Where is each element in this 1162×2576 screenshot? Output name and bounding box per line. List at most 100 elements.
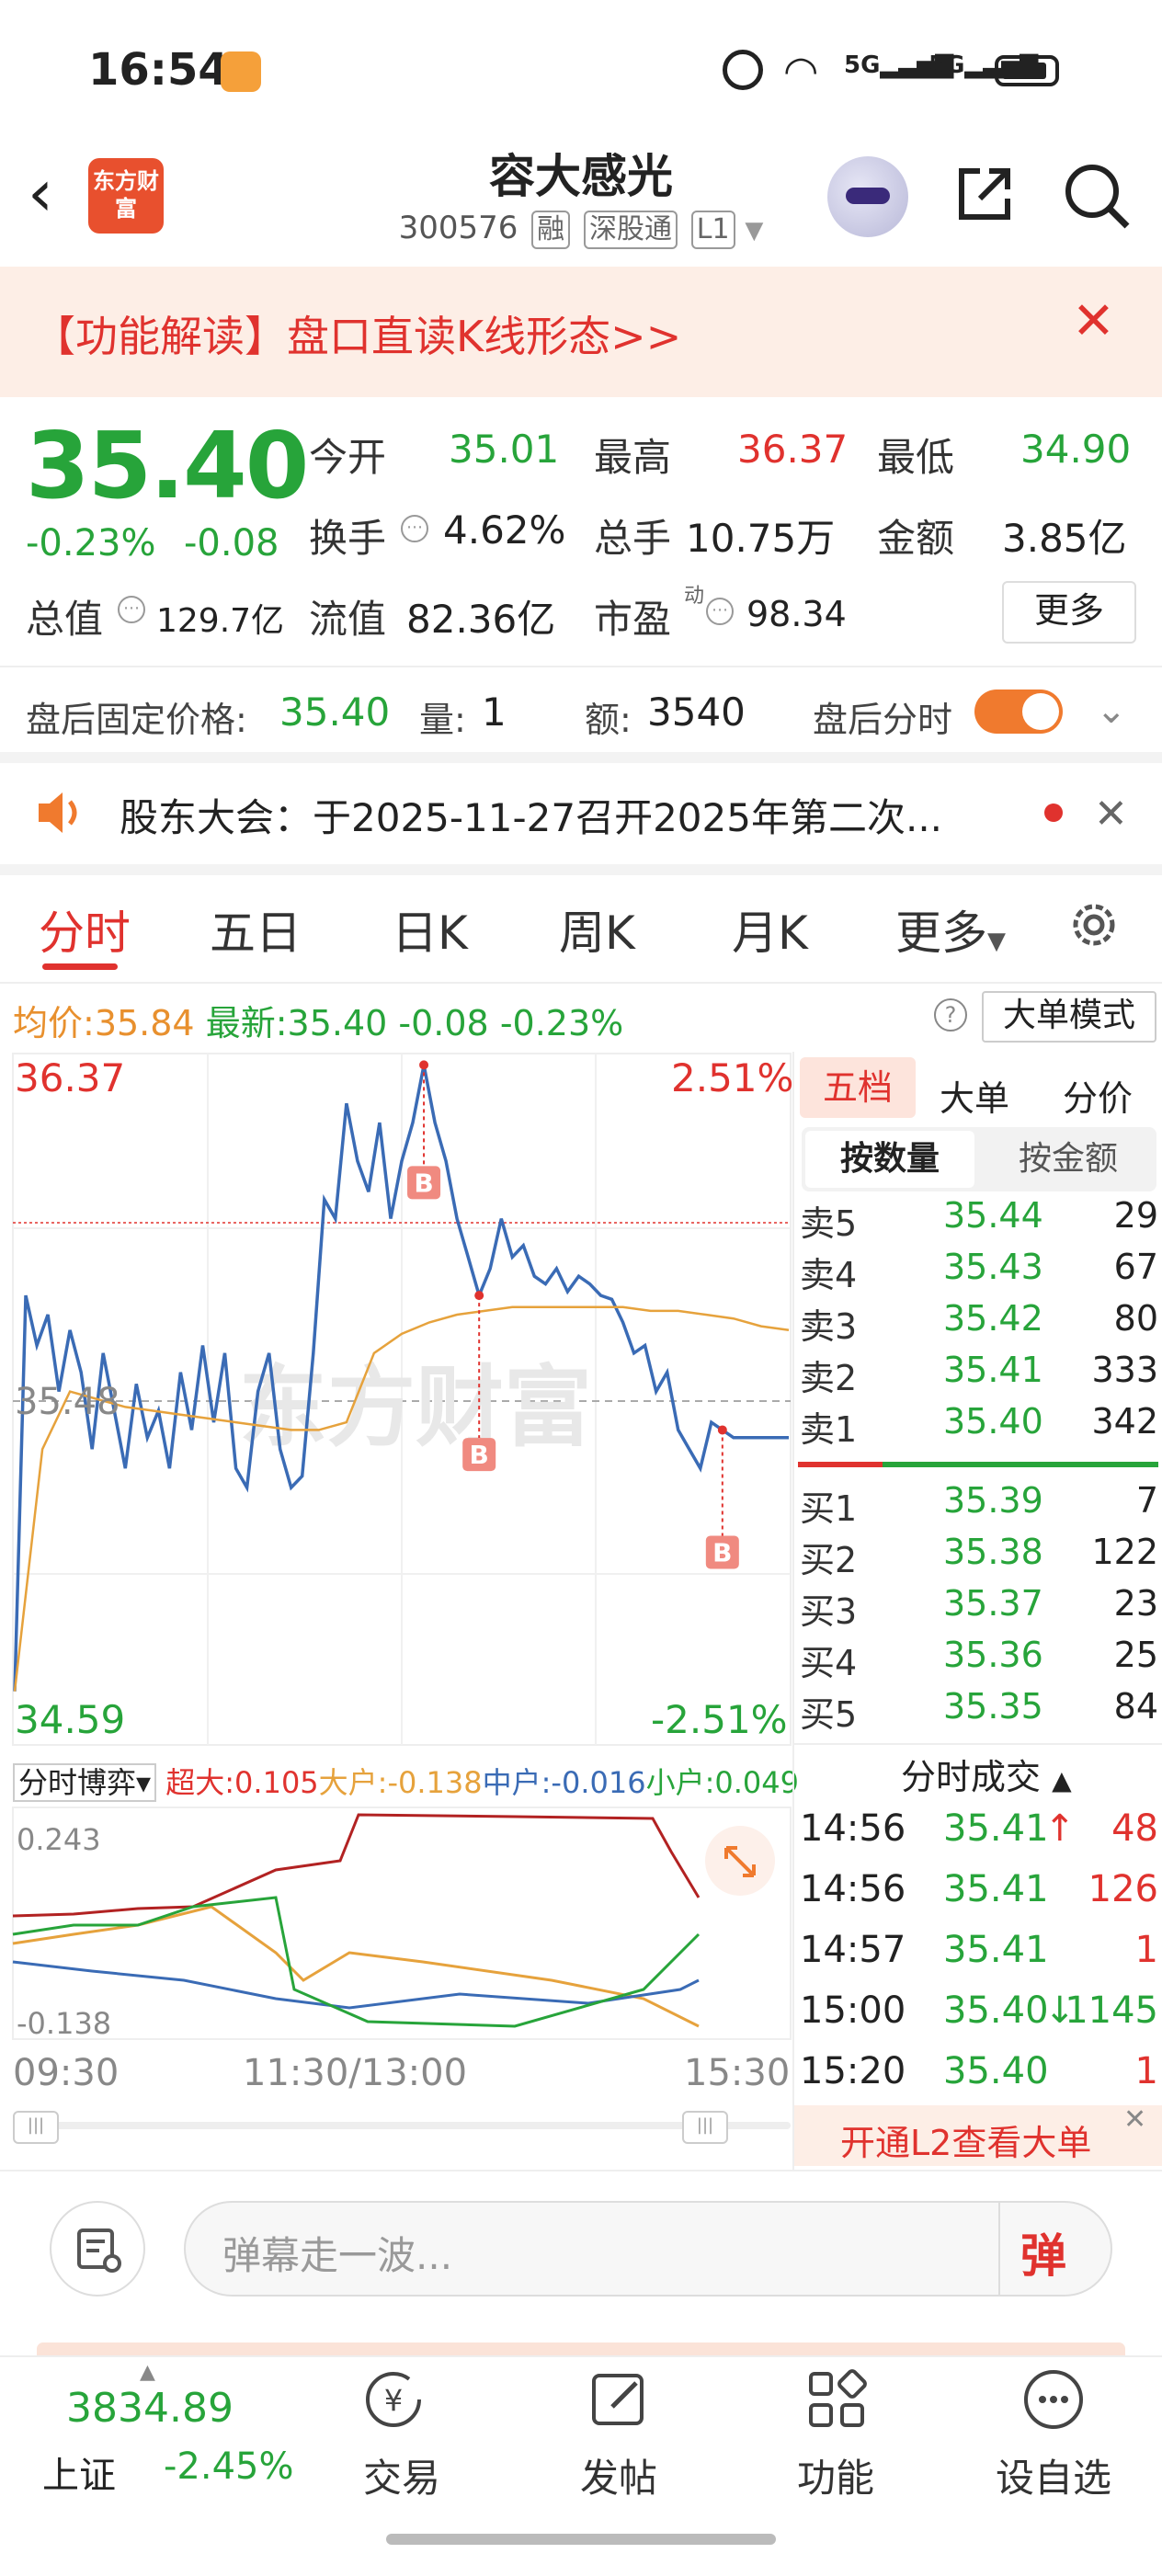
tick-volume: 126: [1088, 1868, 1158, 1910]
buy-marker-label: B: [712, 1537, 732, 1567]
dropdown-icon: ▼: [745, 217, 764, 245]
mktcap-value: 129.7亿: [156, 602, 285, 640]
bid-ask-bar: [798, 1462, 1158, 1467]
bid-price: 35.37: [943, 1583, 1043, 1624]
close-promo-icon[interactable]: ✕: [1123, 2103, 1146, 2136]
danmaku-settings-icon[interactable]: [50, 2201, 145, 2297]
big-label: 大户:: [318, 1765, 388, 1800]
index-change[interactable]: -2.45%: [164, 2445, 294, 2488]
tab-daily-k[interactable]: 日K: [392, 896, 468, 963]
avg-value: 35.84: [94, 1003, 195, 1043]
status-time: 16:54: [88, 44, 229, 96]
nav-trade-label[interactable]: 交易: [342, 2447, 461, 2503]
high-label: 最高: [594, 435, 672, 480]
bid-row[interactable]: 买2 35.38 122: [800, 1532, 1158, 1583]
bid-volume: 25: [1113, 1635, 1158, 1675]
range-handle-right[interactable]: |||: [682, 2111, 728, 2144]
search-icon[interactable]: [1063, 162, 1133, 232]
subtab-by-amount[interactable]: 按金额: [984, 1131, 1153, 1188]
time-range-track[interactable]: [13, 2122, 791, 2129]
notification-icon: [221, 51, 261, 92]
big-order-mode-button[interactable]: 大单模式: [982, 991, 1156, 1043]
bid-volume: 84: [1113, 1686, 1158, 1727]
nav-post[interactable]: [587, 2366, 653, 2436]
chg-pct-value: -0.23%: [499, 1003, 624, 1043]
tab-more-label: 更多: [895, 906, 987, 960]
nav-post-label[interactable]: 发帖: [559, 2447, 678, 2503]
more-button[interactable]: 更多: [1002, 581, 1136, 644]
ask-row[interactable]: 卖5 35.44 29: [800, 1195, 1158, 1247]
tab-intraday[interactable]: 分时: [39, 896, 131, 963]
caret-up-icon: ▲: [1052, 1765, 1072, 1795]
bid-label: 买3: [800, 1591, 858, 1632]
ask-label: 卖1: [800, 1409, 858, 1450]
tab-price-dist[interactable]: 分价: [1063, 1070, 1133, 1121]
bid-row[interactable]: 买4 35.36 25: [800, 1635, 1158, 1686]
index-value[interactable]: 3834.89: [66, 2385, 234, 2432]
ai-assistant-icon[interactable]: [827, 156, 908, 237]
pe-label: 市盈: [594, 597, 672, 642]
settings-icon[interactable]: [1066, 897, 1122, 952]
bid-row[interactable]: 买3 35.37 23: [800, 1583, 1158, 1635]
mid-value: -0.016: [551, 1765, 646, 1800]
big-value: -0.138: [387, 1765, 483, 1800]
buy-marker-label: B: [470, 1440, 489, 1470]
ask-row[interactable]: 卖1 35.40 342: [800, 1401, 1158, 1453]
bid-row[interactable]: 买1 35.39 7: [800, 1480, 1158, 1532]
index-name[interactable]: 上证: [42, 2445, 116, 2499]
info-icon[interactable]: ⋯: [401, 515, 428, 542]
nav-watchlist-label[interactable]: 设自选: [980, 2447, 1127, 2503]
notice-text[interactable]: 股东大会：于2025-11-27召开2025年第二次...: [120, 787, 942, 843]
tab-monthly-k[interactable]: 月K: [732, 896, 808, 963]
flow-top-label: 0.243: [17, 1822, 101, 1857]
divider: [792, 1052, 794, 2170]
after-hours-vol-label: 量:: [419, 700, 466, 740]
divider: [0, 982, 1162, 984]
low-label: 最低: [877, 435, 955, 480]
close-notice-icon[interactable]: ✕: [1094, 791, 1128, 838]
tick-row: 14:56 35.41 ↑ 48: [800, 1807, 1158, 1868]
nav-functions-label[interactable]: 功能: [776, 2447, 895, 2503]
flow-selector[interactable]: 分时博弈▾: [13, 1763, 157, 1802]
ticks-title[interactable]: 分时成交 ▲: [901, 1749, 1072, 1799]
mid-flow-line: [12, 1960, 700, 2010]
nav-watchlist[interactable]: [1020, 2366, 1087, 2436]
tab-5day[interactable]: 五日: [210, 896, 302, 963]
ask-price: 35.41: [943, 1350, 1043, 1390]
help-icon[interactable]: ?: [934, 998, 967, 1032]
l2-promo-text[interactable]: 开通L2查看大单: [840, 2114, 1091, 2165]
tab-weekly-k[interactable]: 周K: [559, 896, 635, 963]
tag-level: L1: [690, 211, 735, 249]
bid-price: 35.36: [943, 1635, 1043, 1675]
bid-price: 35.39: [943, 1480, 1043, 1521]
divider: [0, 864, 1162, 875]
banner-text[interactable]: 【功能解读】盘口直读K线形态>>: [33, 303, 681, 364]
bid-row[interactable]: 买5 35.35 84: [800, 1686, 1158, 1738]
bid-list: 买1 35.39 7 买2 35.38 122 买3 35.37 23 买4 35.36 25 买5 35…: [800, 1480, 1158, 1738]
info-icon[interactable]: ⋯: [118, 596, 145, 623]
nav-functions[interactable]: [803, 2366, 870, 2436]
ask-label: 卖3: [800, 1306, 858, 1347]
subtab-by-volume[interactable]: 按数量: [805, 1131, 974, 1188]
tab-five-level[interactable]: 五档: [800, 1057, 916, 1118]
tick-volume: 1: [1134, 2050, 1158, 2092]
tick-time: 14:56: [800, 1807, 906, 1850]
tab-more[interactable]: 更多▼: [895, 896, 1006, 963]
range-handle-left[interactable]: |||: [13, 2111, 59, 2144]
tick-row: 14:56 35.41 126: [800, 1868, 1158, 1929]
pe-superscript: 动: [684, 585, 705, 608]
turnover-value: 4.62%: [443, 507, 566, 553]
ask-row[interactable]: 卖4 35.43 67: [800, 1247, 1158, 1298]
chevron-down-icon[interactable]: ⌄: [1096, 690, 1127, 732]
info-icon[interactable]: ⋯: [706, 598, 734, 625]
tab-big-orders[interactable]: 大单: [940, 1070, 1009, 1121]
after-hours-toggle-label: 盘后分时: [813, 700, 953, 740]
share-icon[interactable]: [952, 162, 1017, 226]
send-danmaku-button[interactable]: 弹: [1020, 2219, 1066, 2285]
after-hours-toggle[interactable]: [974, 690, 1063, 734]
ask-row[interactable]: 卖3 35.42 80: [800, 1298, 1158, 1350]
ask-row[interactable]: 卖2 35.41 333: [800, 1350, 1158, 1401]
flow-bottom-label: -0.138: [17, 2006, 112, 2041]
close-icon[interactable]: ✕: [1072, 296, 1115, 348]
nav-trade[interactable]: ¥: [360, 2366, 443, 2436]
